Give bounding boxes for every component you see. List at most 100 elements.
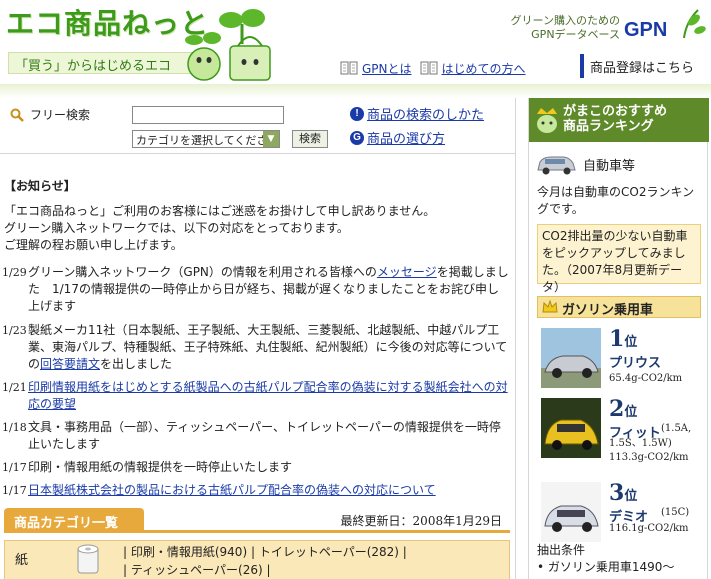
category-link-printing-paper[interactable]: 印刷・情報用紙(940) [131, 545, 247, 559]
notice-intro: 「エコ商品ねっと」ご利用のお客様にはご迷惑をお掛けして申し訳ありません。 グリー… [4, 203, 504, 254]
gpn-line2: GPNデータベース [531, 28, 620, 41]
rank-suffix: 位 [624, 335, 638, 350]
ranking-criteria: 抽出条件 • ガソリン乗用車1490〜 [537, 542, 701, 576]
last-updated: 最終更新日：2008年1月29日 [341, 512, 502, 529]
category-paper-links: | 印刷・情報用紙(940) | トイレットペーパー(282) | | ティッシ… [123, 543, 503, 579]
separator: | [123, 545, 131, 559]
category-list-header: 商品カテゴリ一覧 最終更新日：2008年1月29日 [4, 508, 510, 533]
news-link[interactable]: メッセージ [377, 265, 437, 279]
chevron-down-icon[interactable]: ▼ [263, 131, 279, 147]
notice-intro-line: ご理解の程お願い申し上げます。 [4, 238, 183, 252]
gpn-logo-text: GPN [624, 19, 667, 41]
car-detail: 65.4g-CO2/km [609, 372, 682, 386]
book-icon [420, 61, 438, 75]
car-detail-line: 116.1g-CO2/km [609, 523, 689, 534]
ranking-category[interactable]: 自動車等 [535, 150, 703, 178]
help-choose-link[interactable]: 商品の選び方 [367, 128, 445, 147]
ranking-item[interactable]: 2位 フィット (1.5A, 1.5S、1.5W) 113.3g-CO2/km [537, 394, 701, 480]
category-paper-name: 紙 [15, 553, 29, 568]
news-link[interactable]: 印刷情報用紙をはじめとする紙製品への古紙パルプ配合率の偽装に対する製紙会社への対… [28, 380, 508, 411]
car-name: プリウス [609, 356, 662, 371]
criteria-label: 抽出条件 [537, 543, 586, 557]
news-item: 1/17 日本製紙株式会社の製品における古紙パルプ配合率の偽装への対応について [0, 482, 510, 499]
gpn-description: グリーン購入のための GPNデータベース [500, 14, 620, 42]
crown-mascot-icon [537, 108, 557, 133]
header-divider [0, 84, 711, 98]
site-logo[interactable]: エコ商品ねっと [6, 2, 209, 42]
gasoline-car-header: ガソリン乗用車 [537, 296, 701, 318]
help-search-how-link[interactable]: 商品の検索のしかた [367, 104, 484, 123]
ranking-title-line1: がまこのおすすめ [563, 104, 668, 119]
separator: | [247, 545, 259, 559]
separator: | [398, 545, 407, 559]
category-list-tab: 商品カテゴリ一覧 [4, 508, 144, 532]
separator: | [123, 563, 131, 577]
car-detail-line: 1.5S、1.5W) [609, 438, 672, 449]
rank-number: 2位 [609, 396, 637, 422]
guide-icon: G [350, 130, 364, 145]
criteria-item: • ガソリン乗用車1490〜 [537, 560, 675, 574]
car-detail-line: 113.3g-CO2/km [609, 452, 689, 463]
rank-number: 1位 [609, 326, 637, 352]
ranking-sidebar: がまこのおすすめ 商品ランキング 自動車等 今月は自動車のCO2ランキングです。… [528, 98, 709, 579]
category-select-value: カテゴリを選択してくださ [136, 134, 268, 147]
main-content: フリー検索 カテゴリを選択してくださ ▼ 検索 ! 商品の検索のしかた G 商品… [0, 98, 516, 579]
category-link-toilet-paper[interactable]: トイレットペーパー(282) [259, 545, 399, 559]
category-select[interactable]: カテゴリを選択してくださ ▼ [132, 130, 280, 148]
help-choose[interactable]: G 商品の選び方 [350, 128, 445, 147]
crown-icon [542, 300, 558, 313]
news-date: 1/23 [2, 324, 27, 337]
news-link[interactable]: 回答要請文 [40, 357, 100, 371]
news-text: グリーン購入ネットワーク（GPN）の情報を利用される皆様へのメッセージを掲載しま… [28, 264, 510, 315]
news-text-post: を出しました [100, 357, 173, 371]
car-photo-prius[interactable] [541, 328, 601, 388]
product-register-link[interactable]: 商品登録はこちら [580, 54, 700, 78]
nav-item-about-gpn[interactable]: GPNとは [340, 60, 412, 77]
gpn-logo[interactable]: GPN [624, 6, 706, 44]
ranking-header: がまこのおすすめ 商品ランキング [529, 98, 709, 142]
separator: | [262, 563, 271, 577]
search-input[interactable] [132, 106, 284, 124]
news-text: 製紙メーカ11社（日本製紙、王子製紙、大王製紙、三菱製紙、北越製紙、中越パルプ工… [28, 322, 510, 373]
gpn-line1: グリーン購入のための [510, 14, 620, 27]
gasoline-car-label: ガソリン乗用車 [562, 303, 654, 318]
notice-heading: 【お知らせ】 [4, 179, 76, 193]
news-item: 1/21 印刷情報用紙をはじめとする紙製品への古紙パルプ配合率の偽装に対する製紙… [0, 379, 510, 413]
help-search-how[interactable]: ! 商品の検索のしかた [350, 104, 484, 123]
news-date: 1/18 [2, 421, 27, 434]
car-photo-demio[interactable] [541, 482, 601, 542]
news-item: 1/23 製紙メーカ11社（日本製紙、王子製紙、大王製紙、三菱製紙、北越製紙、中… [0, 322, 510, 373]
car-detail: (15C) [661, 506, 689, 520]
info-icon: ! [350, 106, 364, 121]
news-date: 1/21 [2, 381, 27, 394]
search-button[interactable]: 検索 [292, 130, 328, 148]
news-date: 1/29 [2, 266, 27, 279]
category-paper: 紙 | 印刷・情報用紙(940) | トイレットペーパー(282) | | ティ… [4, 540, 510, 579]
car-icon [537, 156, 576, 175]
news-text: 文具・事務用品（一部）、ティッシュペーパー、トイレットペーパーの情報提供を一時停… [28, 420, 501, 451]
notice-intro-line: グリーン購入ネットワークでは、以下の対応をとっております。 [4, 221, 349, 235]
nav-first-time-link[interactable]: はじめての方へ [442, 60, 526, 77]
car-photo-fit[interactable] [541, 398, 601, 458]
news-item: 1/17 印刷・情報用紙の情報提供を一時停止いたします [0, 459, 510, 476]
news-item: 1/29 グリーン購入ネットワーク（GPN）の情報を利用される皆様へのメッセージ… [0, 264, 510, 315]
nav-item-first-time[interactable]: はじめての方へ [420, 60, 526, 77]
category-link-tissue-paper[interactable]: ティッシュペーパー(26) [131, 563, 263, 577]
car-detail: 116.1g-CO2/km [609, 522, 689, 536]
news-link[interactable]: 日本製紙株式会社の製品における古紙パルプ配合率の偽装への対応について [28, 483, 436, 497]
site-header: エコ商品ねっと 「買う」からはじめるエコ グリーン購入のための GPNデータベー… [0, 0, 711, 86]
rank-value: 2 [609, 396, 625, 422]
search-panel: フリー検索 カテゴリを選択してくださ ▼ 検索 ! 商品の検索のしかた G 商品… [0, 98, 516, 154]
toilet-paper-icon [77, 544, 99, 574]
book-icon [340, 61, 358, 75]
free-search-label: フリー検索 [10, 106, 90, 123]
nav-about-gpn-link[interactable]: GPNとは [362, 60, 412, 77]
news-text: 印刷・情報用紙の情報提供を一時停止いたします [28, 460, 293, 474]
ranking-category-label: 自動車等 [583, 158, 636, 174]
mascot-icon [185, 32, 271, 81]
rank-suffix: 位 [624, 489, 638, 504]
category-divider [4, 530, 510, 533]
header-nav: GPNとは はじめての方へ [340, 54, 534, 82]
free-search-text: フリー検索 [30, 108, 91, 122]
car-detail-line: (1.5A, [661, 423, 692, 434]
